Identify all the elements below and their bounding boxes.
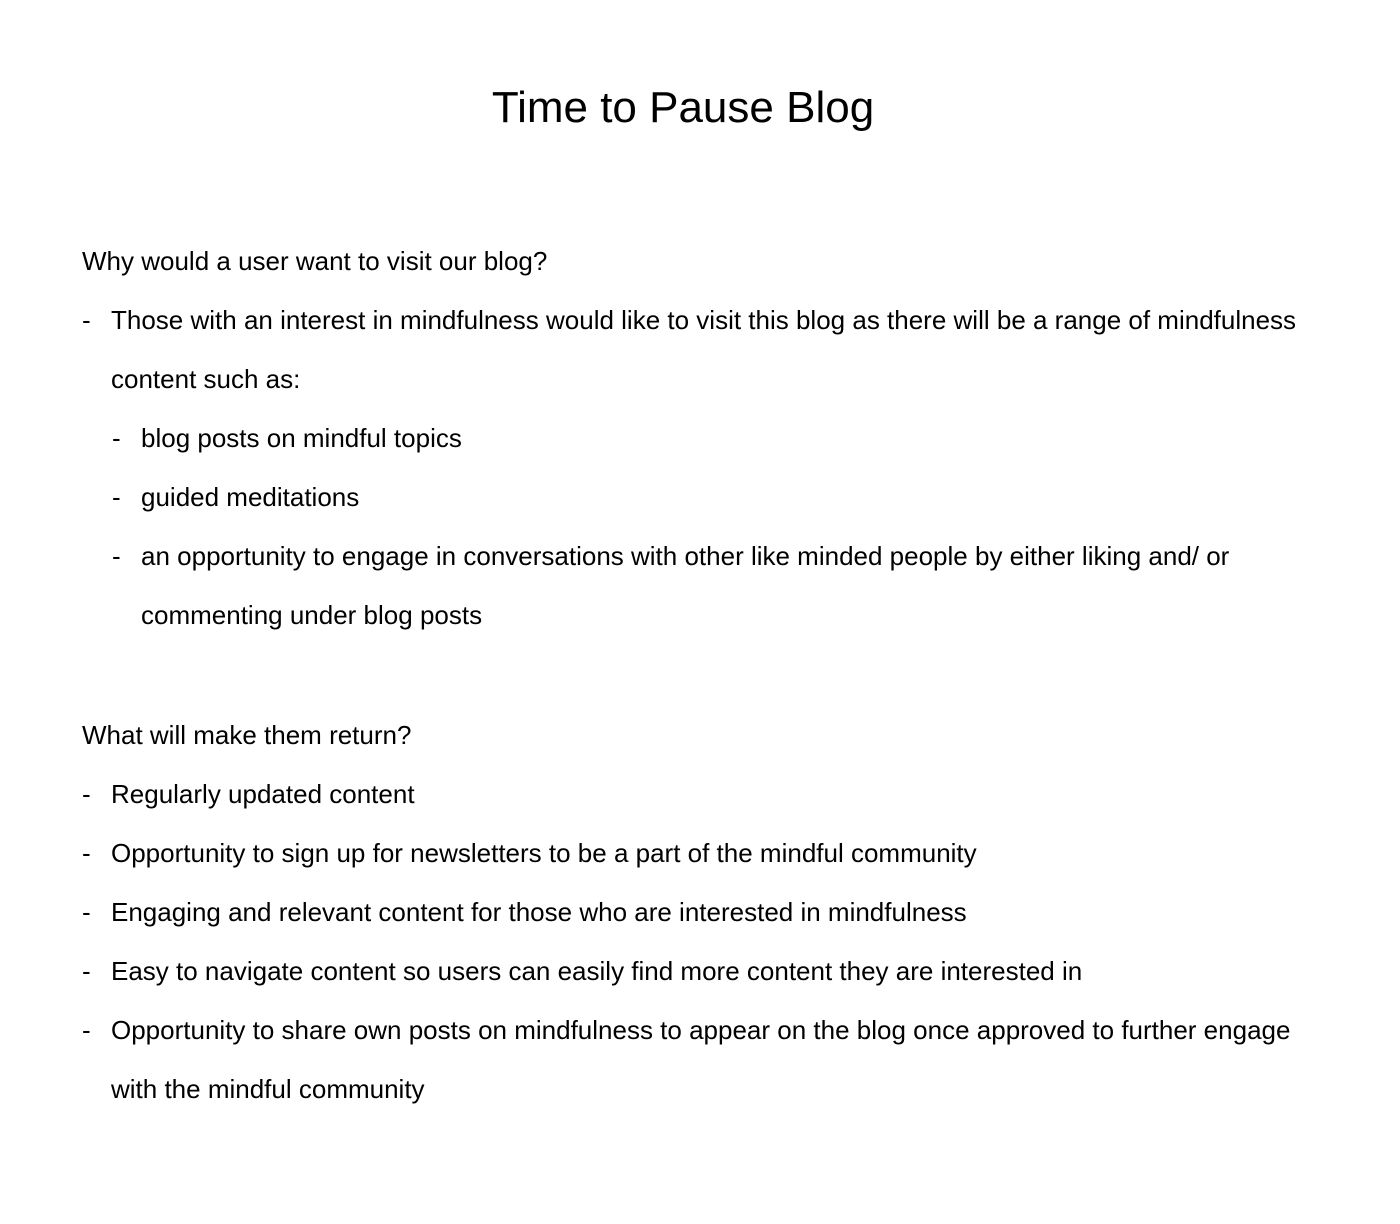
list-item-text: Engaging and relevant content for those … bbox=[111, 897, 967, 927]
list-item: - Those with an interest in mindfulness … bbox=[82, 291, 1302, 409]
list-item-text: guided meditations bbox=[141, 482, 360, 512]
list-item-text: Regularly updated content bbox=[111, 779, 415, 809]
list-item: - guided meditations bbox=[112, 468, 1302, 527]
list-item: - Easy to navigate content so users can … bbox=[82, 942, 1302, 1001]
section-heading-return: What will make them return? bbox=[82, 720, 412, 750]
list-item-text: blog posts on mindful topics bbox=[141, 423, 462, 453]
list-item: - blog posts on mindful topics bbox=[112, 409, 1302, 468]
list-item-text: Those with an interest in mindfulness wo… bbox=[111, 305, 1297, 394]
dash-bullet: - bbox=[82, 305, 91, 335]
list-item-text: Opportunity to share own posts on mindfu… bbox=[111, 1015, 1291, 1104]
dash-bullet: - bbox=[82, 838, 91, 868]
dash-bullet: - bbox=[82, 897, 91, 927]
dash-bullet: - bbox=[82, 779, 91, 809]
dash-bullet: - bbox=[112, 482, 121, 512]
dash-bullet: - bbox=[82, 1015, 91, 1045]
return-reasons-list: - Regularly updated content - Opportunit… bbox=[82, 765, 1302, 1119]
list-item: - Regularly updated content bbox=[82, 765, 1302, 824]
list-item: - Engaging and relevant content for thos… bbox=[82, 883, 1302, 942]
document-page: Time to Pause Blog Why would a user want… bbox=[0, 0, 1400, 1224]
section-heading-why-visit: Why would a user want to visit our blog? bbox=[82, 246, 548, 276]
dash-bullet: - bbox=[112, 541, 121, 571]
dash-bullet: - bbox=[82, 956, 91, 986]
dash-bullet: - bbox=[112, 423, 121, 453]
list-item-text: an opportunity to engage in conversation… bbox=[141, 541, 1230, 630]
list-item: - an opportunity to engage in conversati… bbox=[112, 527, 1302, 645]
page-title: Time to Pause Blog bbox=[491, 83, 875, 132]
list-item-text: Opportunity to sign up for newsletters t… bbox=[111, 838, 977, 868]
list-item-text: Easy to navigate content so users can ea… bbox=[111, 956, 1083, 986]
why-visit-list: - Those with an interest in mindfulness … bbox=[82, 291, 1302, 645]
list-item: - Opportunity to share own posts on mind… bbox=[82, 1001, 1302, 1119]
list-item: - Opportunity to sign up for newsletters… bbox=[82, 824, 1302, 883]
